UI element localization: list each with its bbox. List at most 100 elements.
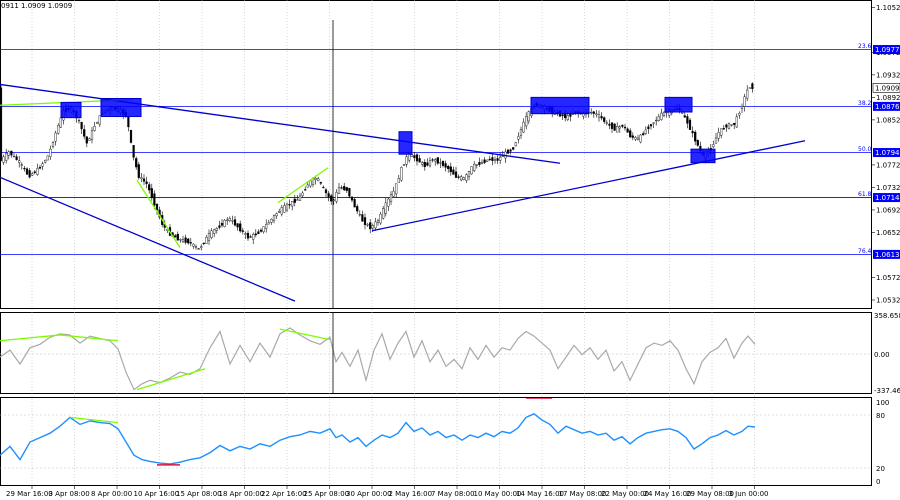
candle [363, 217, 367, 225]
candle [426, 162, 429, 166]
candle [486, 159, 489, 162]
candle [231, 220, 234, 222]
candle [150, 188, 153, 199]
candle [717, 132, 720, 139]
candle [361, 214, 364, 222]
candle [428, 160, 432, 167]
candle [324, 189, 328, 194]
candle [431, 159, 434, 161]
cci-tick-label: 358.6587 [874, 312, 900, 320]
candle [610, 122, 614, 129]
current-price-label: 1.0909 [875, 84, 900, 92]
candle [207, 233, 211, 241]
candle [590, 112, 593, 114]
candle [652, 122, 655, 124]
candle [98, 115, 101, 125]
candle [686, 116, 689, 124]
candle [181, 239, 185, 242]
pattern-box [530, 96, 590, 115]
candle [322, 186, 325, 189]
candle [15, 156, 18, 160]
candle [649, 124, 653, 127]
fib-percent-tag: 61.8 [858, 191, 872, 198]
candle [566, 115, 569, 120]
candle [647, 126, 650, 130]
candle [480, 162, 484, 164]
candle [176, 233, 179, 241]
candle [194, 246, 198, 248]
candle [727, 123, 731, 129]
candle [259, 229, 263, 232]
candle [51, 142, 55, 147]
candle [613, 123, 616, 131]
candle [23, 167, 26, 170]
time-tick-label: 22 Apr 16:00 [261, 490, 307, 498]
time-tick-label: 29 May 08:00 [686, 490, 734, 498]
candle [746, 89, 749, 99]
candle [509, 149, 512, 152]
price-tick-label: 1.0852 [876, 116, 900, 124]
candle [345, 187, 348, 191]
candle [353, 199, 356, 208]
candle [283, 205, 286, 213]
candle [288, 204, 291, 206]
candle [12, 155, 16, 158]
candle [5, 153, 8, 161]
candle [184, 237, 187, 243]
candle [733, 122, 736, 125]
price-tick-label: 1.0772 [876, 161, 900, 169]
candle [514, 142, 517, 147]
candle [410, 154, 413, 157]
rsi-panel[interactable] [0, 397, 872, 486]
candle [626, 128, 629, 133]
candle [662, 112, 666, 116]
candle [475, 164, 478, 166]
cci-tick-label: -337.462 [874, 387, 900, 395]
candle [512, 147, 515, 150]
candle [473, 163, 476, 171]
candle [423, 161, 426, 168]
candle [148, 184, 151, 191]
candle [280, 207, 283, 215]
candle [265, 224, 268, 229]
candle [639, 134, 642, 143]
candle [223, 219, 226, 227]
candle [735, 116, 738, 128]
candle [517, 136, 520, 140]
candle [301, 192, 304, 196]
candle [179, 239, 182, 241]
candle [25, 168, 29, 175]
candle [220, 222, 224, 226]
candle [54, 132, 57, 142]
candle [59, 117, 62, 128]
candle [730, 124, 733, 126]
fib-percent-tag: 38.2 [858, 100, 872, 107]
candle [213, 229, 216, 234]
candle [343, 186, 346, 191]
candle [197, 248, 200, 250]
forex-chart[interactable]: 1.10521.09721.09321.08921.08521.07721.07… [0, 0, 900, 500]
candle [304, 189, 307, 191]
candle [20, 164, 23, 166]
candle [127, 116, 130, 128]
candle [462, 177, 465, 180]
candle [449, 166, 452, 173]
time-tick-label: 29 Mar 16:00 [6, 490, 53, 498]
candle [0, 87, 3, 161]
candle [660, 112, 663, 120]
candle [33, 171, 36, 173]
candle [629, 130, 632, 138]
time-tick-label: 3 Apr 08:00 [49, 490, 90, 498]
candle [358, 214, 361, 216]
candle [132, 145, 135, 158]
candle [369, 222, 372, 230]
candle [434, 159, 437, 162]
candle [285, 203, 289, 211]
time-tick-label: 2 May 16:00 [389, 490, 433, 498]
candle [28, 170, 31, 178]
candle [202, 242, 205, 244]
candle [415, 154, 419, 162]
candle [319, 182, 322, 184]
candle [145, 181, 148, 185]
candle [657, 116, 660, 121]
